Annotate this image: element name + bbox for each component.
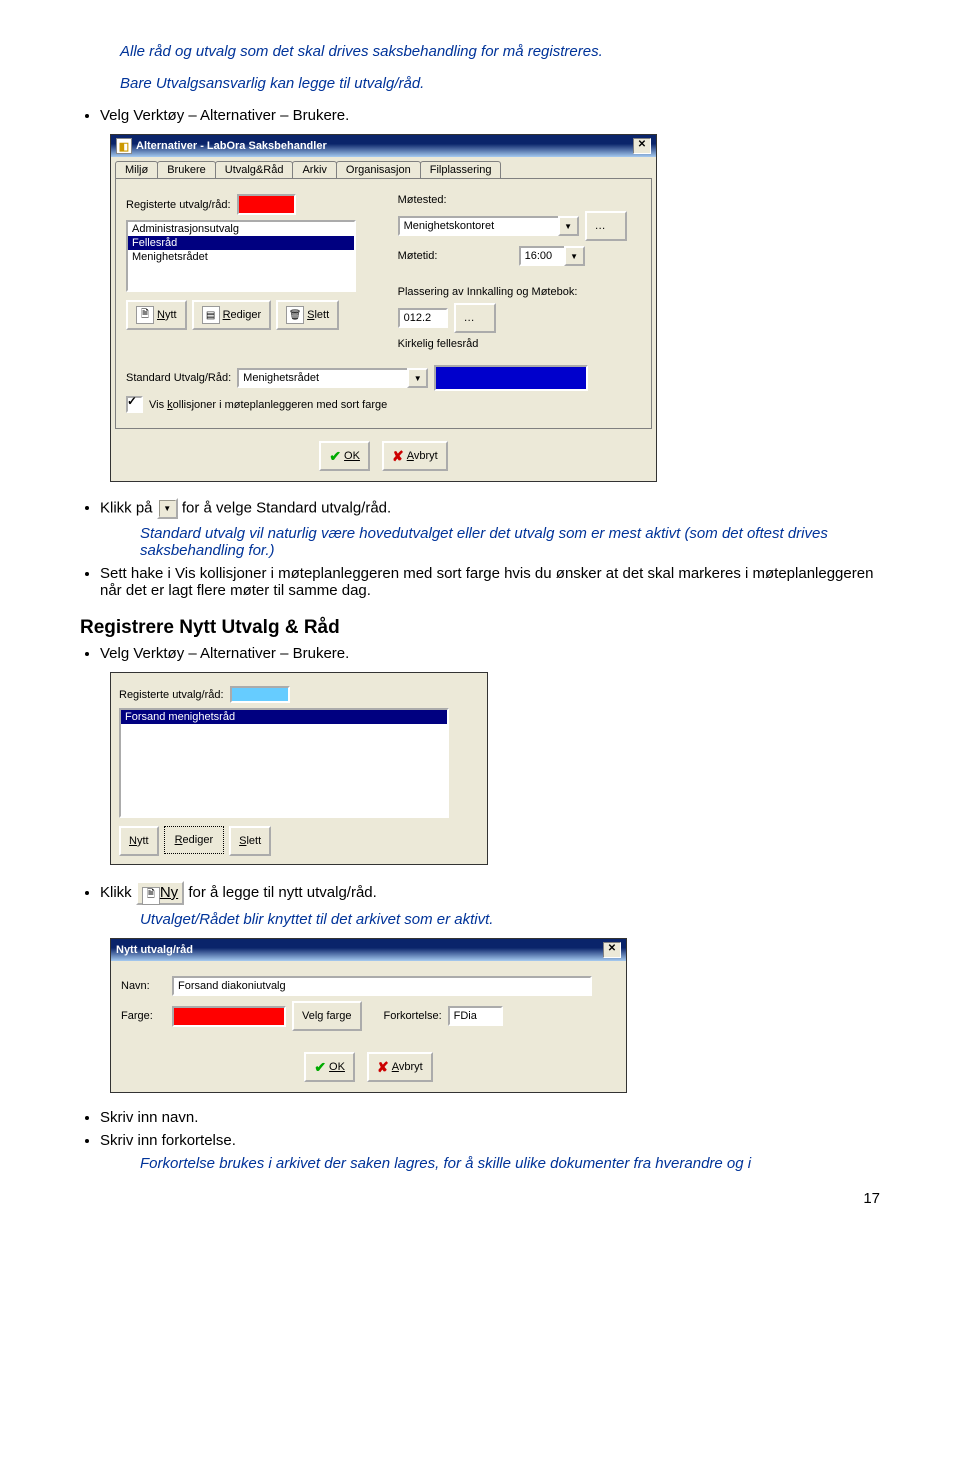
motetid-dropdown[interactable]: 16:00 ▼ — [519, 246, 585, 266]
list-item[interactable]: Administrasjonsutvalg — [128, 222, 354, 236]
tab-brukere[interactable]: Brukere — [157, 161, 216, 178]
dialog-nytt-utvalg: Nytt utvalg/råd ✕ Navn: Forsand diakoniu… — [110, 938, 627, 1093]
page-number: 17 — [80, 1190, 880, 1207]
x-icon: ✘ — [377, 1059, 389, 1076]
tab-arkiv[interactable]: Arkiv — [292, 161, 336, 178]
italic-standard: Standard utvalg vil naturlig være hovedu… — [140, 525, 880, 559]
list-item[interactable]: Forsand menighetsråd — [121, 710, 447, 724]
utvalg-listbox-2[interactable]: Forsand menighetsråd — [119, 708, 449, 818]
dialog-reg-utvalg: Registerte utvalg/råd: Forsand menighets… — [110, 672, 488, 865]
browse-button[interactable]: … — [454, 303, 496, 333]
plass-input[interactable]: 012.2 — [398, 308, 448, 328]
vis-kollisjoner-checkbox[interactable] — [126, 396, 143, 413]
tab-organisasjon[interactable]: Organisasjon — [336, 161, 421, 178]
nytt-button-2[interactable]: Nytt — [119, 826, 159, 856]
rediger-button[interactable]: ▤Rediger — [192, 300, 272, 330]
check-icon: ✔ — [329, 448, 341, 465]
avbryt-button-2[interactable]: ✘Avbryt — [367, 1052, 433, 1082]
tabs: Miljø Brukere Utvalg&Råd Arkiv Organisas… — [111, 157, 656, 178]
new-file-icon: 🗎 — [136, 306, 154, 324]
edit-icon: ▤ — [202, 306, 220, 324]
trash-icon: 🗑 — [286, 306, 304, 324]
tab-utvalg-rad[interactable]: Utvalg&Råd — [215, 161, 294, 178]
color-swatch — [237, 194, 296, 215]
close-icon[interactable]: ✕ — [633, 138, 651, 154]
utvalg-listbox[interactable]: Administrasjonsutvalg Fellesråd Menighet… — [126, 220, 356, 292]
italic-utvalg: Utvalget/Rådet blir knyttet til det arki… — [140, 911, 880, 928]
bullet-skriv-forkortelse: Skriv inn forkortelse. Forkortelse bruke… — [100, 1132, 880, 1172]
chevron-down-icon: ▼ — [159, 500, 176, 517]
dialog-alternativer: ◧ Alternativer - LabOra Saksbehandler ✕ … — [110, 134, 657, 482]
reg-label: Registerte utvalg/råd: — [126, 199, 231, 211]
intro-line2: Bare Utvalgsansvarlig kan legge til utva… — [120, 75, 880, 92]
heading-registrere: Registrere Nytt Utvalg & Råd — [80, 617, 880, 639]
std-dropdown[interactable]: Menighetsrådet ▼ — [237, 368, 428, 388]
new-file-icon: 🗎 — [142, 887, 160, 905]
bullet-klikk-ny: Klikk 🗎Ny for å legge til nytt utvalg/rå… — [100, 881, 880, 928]
italic-forkortelse: Forkortelse brukes i arkivet der saken l… — [140, 1155, 880, 1172]
slett-button[interactable]: 🗑Slett — [276, 300, 339, 330]
plass-text: Kirkelig fellesråd — [398, 338, 479, 350]
chevron-down-icon[interactable]: ▼ — [407, 368, 428, 388]
rediger-button-2[interactable]: Rediger — [164, 826, 225, 854]
forkortelse-input[interactable]: FDia — [448, 1006, 503, 1026]
bullet-skriv-navn: Skriv inn navn. — [100, 1109, 880, 1126]
browse-button[interactable]: … — [585, 211, 627, 241]
forkortelse-label: Forkortelse: — [384, 1010, 442, 1022]
velg-farge-button[interactable]: Velg farge — [292, 1001, 362, 1031]
ok-button-2[interactable]: ✔OK — [304, 1052, 355, 1082]
navn-label: Navn: — [121, 980, 166, 992]
plassering-label: Plassering av Innkalling og Møtebok: — [398, 286, 578, 298]
navn-input[interactable]: Forsand diakoniutvalg — [172, 976, 592, 996]
dialog-nytt-title: Nytt utvalg/råd — [116, 944, 603, 956]
color-swatch-2 — [230, 686, 290, 703]
tab-miljo[interactable]: Miljø — [115, 161, 158, 178]
bullet-sett-hake: Sett hake i Vis kollisjoner i møteplanle… — [100, 565, 880, 599]
motested-dropdown[interactable]: Menighetskontoret ▼ — [398, 216, 579, 236]
motetid-label: Møtetid: — [398, 250, 513, 262]
close-icon[interactable]: ✕ — [603, 942, 621, 958]
farge-swatch — [172, 1006, 286, 1027]
dialog-alternativer-icon: ◧ — [116, 138, 132, 154]
list-item[interactable]: Menighetsrådet — [128, 250, 354, 264]
chevron-down-icon[interactable]: ▼ — [558, 216, 579, 236]
bullet-velg-2: Velg Verktøy – Alternativer – Brukere. — [100, 645, 880, 662]
bullet-velg-1: Velg Verktøy – Alternativer – Brukere. — [100, 107, 880, 124]
avbryt-button[interactable]: ✘Avbryt — [382, 441, 448, 471]
x-icon: ✘ — [392, 448, 404, 465]
std-color-swatch — [434, 365, 588, 391]
chevron-down-icon[interactable]: ▼ — [564, 246, 585, 266]
list-item[interactable]: Fellesråd — [128, 236, 354, 250]
reg-label-2: Registerte utvalg/råd: — [119, 689, 224, 701]
vis-kollisjoner-label: Vis kollisjoner i møteplanleggeren med s… — [149, 399, 387, 411]
check-icon: ✔ — [314, 1059, 326, 1076]
intro-line1: Alle råd og utvalg som det skal drives s… — [120, 43, 880, 60]
nytt-button[interactable]: 🗎Nytt — [126, 300, 187, 330]
bullet-klikk-dropdown: Klikk på ▼ for å velge Standard utvalg/r… — [100, 498, 880, 559]
farge-label: Farge: — [121, 1010, 166, 1022]
dialog-alternativer-title: Alternativer - LabOra Saksbehandler — [136, 140, 633, 152]
slett-button-2[interactable]: Slett — [229, 826, 271, 856]
ok-button[interactable]: ✔OK — [319, 441, 370, 471]
std-label: Standard Utvalg/Råd: — [126, 372, 231, 384]
motested-label: Møtested: — [398, 194, 447, 206]
tab-filplassering[interactable]: Filplassering — [420, 161, 502, 178]
